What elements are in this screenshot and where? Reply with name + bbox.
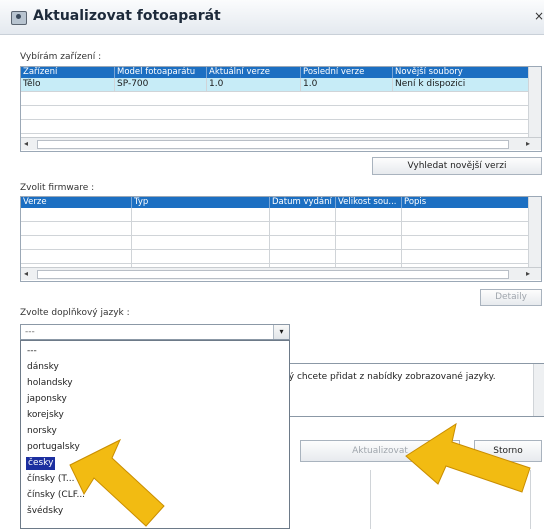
column-header[interactable]: Popis: [402, 197, 529, 208]
description-text: terý chcete přidat z nabídky zobrazované…: [276, 372, 496, 382]
horizontal-scrollbar[interactable]: ◂ ▸: [21, 267, 541, 280]
list-item-selected[interactable]: česky: [26, 457, 56, 470]
column-header[interactable]: Novější soubory: [393, 67, 529, 78]
vertical-scrollbar[interactable]: [528, 67, 541, 137]
cell-model: SP-700: [115, 78, 207, 91]
scroll-right-icon[interactable]: ▸: [526, 139, 530, 148]
camera-icon: [11, 11, 27, 25]
column-header[interactable]: Zařízení: [21, 67, 115, 78]
column-divider: [335, 208, 336, 267]
column-header[interactable]: Verze: [21, 197, 132, 208]
list-item[interactable]: japonsky: [27, 393, 67, 406]
close-icon[interactable]: ×: [534, 9, 544, 23]
column-header[interactable]: Datum vydání: [270, 197, 336, 208]
device-section-label: Vybírám zařízení :: [20, 52, 102, 62]
table-row: [21, 222, 541, 236]
vertical-scrollbar[interactable]: [533, 364, 544, 416]
list-item[interactable]: švédsky: [27, 505, 63, 518]
language-select-value: ---: [25, 327, 35, 337]
firmware-table[interactable]: Verze Typ Datum vydání Velikost sou... P…: [20, 196, 542, 282]
list-item[interactable]: dánsky: [27, 361, 59, 374]
table-row: [21, 250, 541, 264]
cell-current-version: 1.0: [207, 78, 301, 91]
column-header[interactable]: Typ: [132, 197, 270, 208]
column-header[interactable]: Poslední verze: [301, 67, 393, 78]
language-section-label: Zvolte doplňkový jazyk :: [20, 308, 130, 318]
table-row: [21, 120, 541, 134]
pointer-arrow-icon: [405, 422, 531, 493]
window-title: Aktualizovat fotoaparát: [33, 8, 221, 24]
cell-newer-files: Není k dispozici: [393, 78, 529, 91]
title-bar: Aktualizovat fotoaparát ×: [0, 0, 544, 35]
column-divider: [269, 208, 270, 267]
scroll-thumb[interactable]: [37, 140, 509, 149]
table-row: [21, 208, 541, 222]
chevron-down-icon[interactable]: ▾: [273, 325, 289, 339]
find-newer-version-button[interactable]: Vyhledat novější verzi: [372, 157, 542, 175]
table-row: [21, 92, 541, 106]
column-header[interactable]: Velikost sou...: [336, 197, 402, 208]
column-header[interactable]: Model fotoaparátu: [115, 67, 207, 78]
horizontal-scrollbar[interactable]: ◂ ▸: [21, 137, 541, 150]
device-table-header: Zařízení Model fotoaparátu Aktuální verz…: [21, 67, 541, 78]
firmware-table-header: Verze Typ Datum vydání Velikost sou... P…: [21, 197, 541, 208]
column-divider: [401, 208, 402, 267]
vertical-scrollbar[interactable]: [528, 197, 541, 267]
list-item[interactable]: ---: [27, 345, 37, 358]
table-row: [21, 106, 541, 120]
scroll-left-icon[interactable]: ◂: [24, 139, 28, 148]
details-button[interactable]: Detaily: [480, 289, 542, 306]
table-row: [21, 236, 541, 250]
scroll-thumb[interactable]: [37, 270, 509, 279]
column-divider: [131, 208, 132, 267]
list-item[interactable]: norsky: [27, 425, 57, 438]
table-row[interactable]: Tělo SP-700 1.0 1.0 Není k dispozici: [21, 78, 541, 92]
cell-latest-version: 1.0: [301, 78, 393, 91]
language-select[interactable]: --- ▾: [20, 324, 290, 340]
divider: [370, 470, 371, 529]
device-table[interactable]: Zařízení Model fotoaparátu Aktuální verz…: [20, 66, 542, 152]
pointer-arrow-icon: [69, 438, 165, 527]
list-item[interactable]: holandsky: [27, 377, 73, 390]
cell-device: Tělo: [21, 78, 115, 91]
scroll-right-icon[interactable]: ▸: [526, 269, 530, 278]
firmware-section-label: Zvolit firmware :: [20, 183, 95, 193]
scroll-left-icon[interactable]: ◂: [24, 269, 28, 278]
list-item[interactable]: korejsky: [27, 409, 64, 422]
column-header[interactable]: Aktuální verze: [207, 67, 301, 78]
